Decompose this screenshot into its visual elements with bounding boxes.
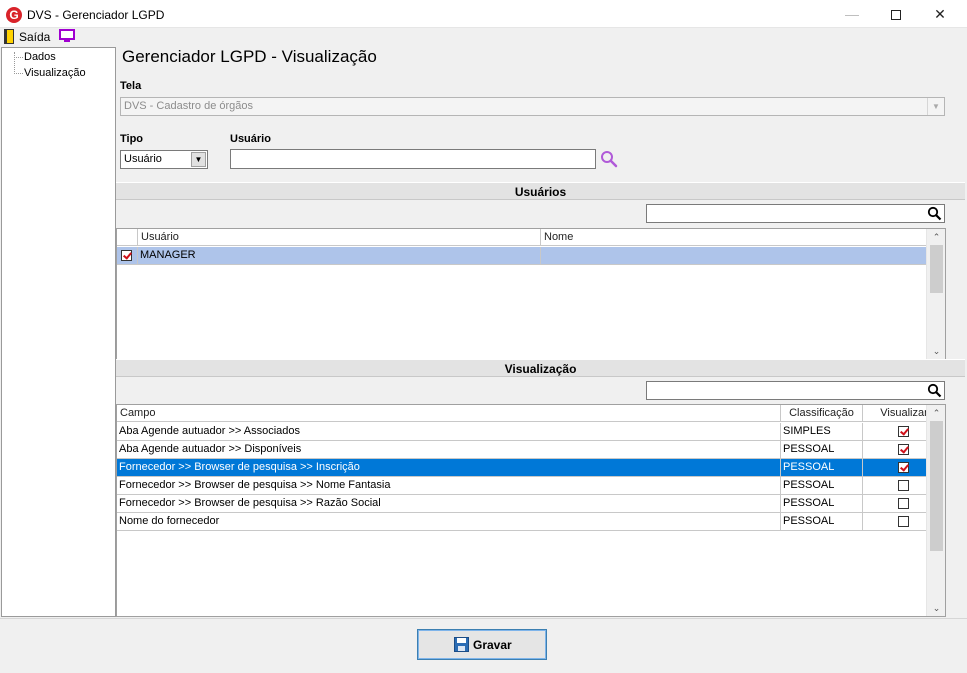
tipo-select-value: Usuário [124,153,162,165]
column-header-usuario[interactable]: Usuário [138,229,541,246]
table-row[interactable]: MANAGER [117,247,945,265]
nome-cell [541,247,926,264]
search-icon[interactable] [600,150,618,168]
tree-connector [14,57,23,58]
classificacao-cell: PESSOAL [781,477,863,494]
maximize-button[interactable] [873,0,919,28]
column-header-classificacao[interactable]: Classificação [781,405,863,422]
view-grid[interactable]: Campo Classificação Visualizar Aba Agend… [116,404,946,617]
tree-connector [14,52,15,74]
visualizar-checkbox[interactable] [898,462,909,473]
campo-cell: Fornecedor >> Browser de pesquisa >> Raz… [117,495,781,512]
view-filter-input[interactable] [646,381,945,400]
exit-door-icon[interactable] [4,29,14,44]
campo-cell: Fornecedor >> Browser de pesquisa >> Ins… [117,459,781,476]
usuario-input[interactable] [230,149,596,169]
disk-icon [454,637,469,652]
monitor-icon[interactable] [59,29,75,43]
campo-cell: Aba Agende autuador >> Disponíveis [117,441,781,458]
visualizar-checkbox[interactable] [898,444,909,455]
table-row[interactable]: Fornecedor >> Browser de pesquisa >> Raz… [117,495,945,513]
users-grid[interactable]: Usuário Nome MANAGER ⌃ ⌄ [116,228,946,360]
table-row[interactable]: Fornecedor >> Browser de pesquisa >> Nom… [117,477,945,495]
tipo-label: Tipo [120,133,144,145]
visualizar-checkbox[interactable] [898,516,909,527]
column-header-nome[interactable]: Nome [541,229,945,246]
table-row[interactable]: Aba Agende autuador >> Associados SIMPLES [117,423,945,441]
tela-select-value: DVS - Cadastro de órgãos [124,100,254,112]
classificacao-cell: SIMPLES [781,423,863,440]
users-section-header: Usuários [116,182,965,200]
column-header-campo[interactable]: Campo [117,405,781,422]
view-grid-header: Campo Classificação Visualizar [117,405,945,422]
page-title: Gerenciador LGPD - Visualização [122,47,377,66]
users-grid-header: Usuário Nome [117,229,945,246]
select-column-header [117,229,138,246]
menu-exit[interactable]: Saída [19,30,50,44]
classificacao-cell: PESSOAL [781,459,863,476]
classificacao-cell: PESSOAL [781,495,863,512]
search-icon[interactable] [927,383,942,398]
chevron-down-icon: ▼ [927,98,944,115]
usuario-label: Usuário [230,133,271,145]
scroll-up-icon[interactable]: ⌃ [927,230,945,244]
table-row[interactable]: Fornecedor >> Browser de pesquisa >> Ins… [117,459,945,477]
search-icon[interactable] [927,206,942,221]
tree-item-visualizacao[interactable]: Visualização [24,67,86,79]
classificacao-cell: PESSOAL [781,441,863,458]
scroll-down-icon[interactable]: ⌄ [927,601,945,615]
view-grid-scrollbar[interactable]: ⌃ ⌄ [926,405,945,616]
tipo-select[interactable]: Usuário ▼ [120,150,208,169]
select-cell [117,247,138,264]
users-grid-scrollbar[interactable]: ⌃ ⌄ [926,229,945,359]
table-row[interactable]: Nome do fornecedor PESSOAL [117,513,945,531]
classificacao-cell: PESSOAL [781,513,863,530]
app-logo-icon: G [6,7,22,23]
scroll-thumb[interactable] [930,421,943,551]
window-title: DVS - Gerenciador LGPD [27,8,165,22]
scroll-down-icon[interactable]: ⌄ [927,344,945,358]
visualizar-checkbox[interactable] [898,480,909,491]
title-bar: G DVS - Gerenciador LGPD — ✕ [0,0,967,28]
maximize-icon [891,10,901,21]
tree-item-dados[interactable]: Dados [24,51,56,63]
row-checkbox[interactable] [121,250,132,261]
navigation-tree: Dados Visualização [1,47,116,617]
campo-cell: Aba Agende autuador >> Associados [117,423,781,440]
save-button-label: Gravar [473,638,512,652]
usuario-cell: MANAGER [138,247,541,264]
table-row[interactable]: Aba Agende autuador >> Disponíveis PESSOA… [117,441,945,459]
users-filter-input[interactable] [646,204,945,223]
tree-connector [14,73,23,74]
visualizar-checkbox[interactable] [898,498,909,509]
close-button[interactable]: ✕ [917,0,963,28]
save-button[interactable]: Gravar [417,629,547,660]
view-section-header: Visualização [116,359,965,377]
chevron-down-icon[interactable]: ▼ [191,152,206,167]
campo-cell: Fornecedor >> Browser de pesquisa >> Nom… [117,477,781,494]
tela-label: Tela [120,80,142,92]
menu-bar: Saída [0,28,967,46]
campo-cell: Nome do fornecedor [117,513,781,530]
visualizar-checkbox[interactable] [898,426,909,437]
tela-select: DVS - Cadastro de órgãos ▼ [120,97,945,116]
scroll-thumb[interactable] [930,245,943,293]
scroll-up-icon[interactable]: ⌃ [927,406,945,420]
minimize-button[interactable]: — [829,0,875,28]
